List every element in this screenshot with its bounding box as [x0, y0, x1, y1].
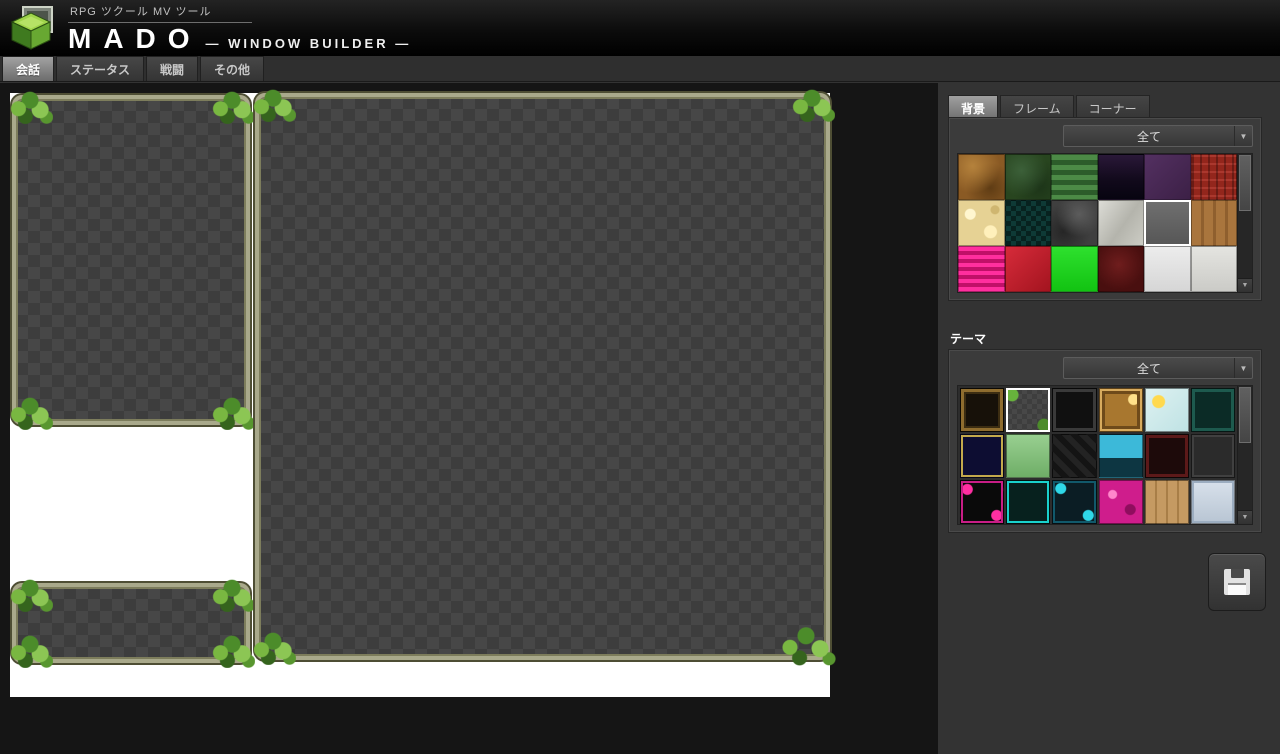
theme-thumb[interactable] — [1006, 480, 1050, 524]
tab-status[interactable]: ステータス — [56, 56, 144, 81]
background-swatch[interactable] — [1005, 154, 1052, 200]
theme-thumb[interactable] — [1191, 480, 1235, 524]
theme-thumb[interactable] — [1052, 480, 1096, 524]
theme-filter-value: 全て — [1064, 358, 1234, 378]
plant-corner-icon — [7, 578, 53, 612]
theme-list-scrollbar[interactable]: ▼ — [1237, 386, 1252, 524]
preview-window-small-left[interactable] — [12, 583, 250, 663]
preview-canvas — [10, 93, 830, 697]
theme-thumb[interactable] — [1145, 434, 1189, 478]
theme-thumb[interactable] — [1145, 388, 1189, 432]
theme-thumb[interactable] — [1099, 388, 1143, 432]
theme-thumb[interactable] — [1099, 434, 1143, 478]
side-panel: 背景 フレーム コーナー 全て ▼ — [938, 83, 1280, 754]
background-filter-dropdown[interactable]: 全て ▼ — [1063, 125, 1253, 147]
background-swatch[interactable] — [1191, 154, 1238, 200]
background-swatch[interactable] — [958, 154, 1005, 200]
plant-corner-icon — [789, 88, 835, 122]
scrollbar-thumb[interactable] — [1239, 387, 1251, 443]
background-swatch[interactable] — [1051, 200, 1098, 246]
preview-window-tall-left[interactable] — [12, 95, 250, 425]
mado-logo-icon — [8, 5, 56, 51]
background-swatch-selected[interactable] — [1144, 200, 1191, 246]
theme-thumb[interactable] — [1145, 480, 1189, 524]
background-swatch[interactable] — [958, 200, 1005, 246]
scroll-down-icon: ▼ — [1242, 514, 1249, 521]
scroll-down-button[interactable]: ▼ — [1238, 278, 1252, 292]
theme-thumb[interactable] — [1191, 434, 1235, 478]
theme-thumb[interactable] — [1052, 388, 1096, 432]
chevron-down-icon: ▼ — [1234, 126, 1252, 146]
theme-panel: 全て ▼ — [948, 349, 1262, 533]
save-floppy-icon — [1224, 569, 1250, 595]
theme-thumb[interactable] — [1006, 434, 1050, 478]
background-swatch[interactable] — [1144, 154, 1191, 200]
chevron-down-icon: ▼ — [1234, 358, 1252, 378]
background-filter-value: 全て — [1064, 126, 1234, 146]
background-panel: 全て ▼ — [948, 117, 1262, 301]
theme-thumb[interactable] — [960, 480, 1004, 524]
theme-filter-dropdown[interactable]: 全て ▼ — [1063, 357, 1253, 379]
plant-corner-icon — [7, 90, 53, 124]
preview-window-message[interactable] — [255, 93, 830, 660]
theme-grid — [958, 386, 1237, 524]
plant-corner-icon — [774, 622, 838, 668]
header: RPG ツクール MV ツール MADO — WINDOW BUILDER — — [0, 0, 1280, 56]
theme-thumb-selected[interactable] — [1006, 388, 1050, 432]
plant-corner-icon — [250, 631, 296, 665]
plant-corner-icon — [209, 634, 255, 668]
background-swatch[interactable] — [1191, 246, 1238, 292]
title-block: RPG ツクール MV ツール MADO — WINDOW BUILDER — — [68, 2, 411, 53]
plant-corner-icon — [250, 88, 296, 122]
background-swatch[interactable] — [1098, 246, 1145, 292]
scrollbar-thumb[interactable] — [1239, 155, 1251, 211]
plant-corner-icon — [209, 396, 255, 430]
tab-other[interactable]: その他 — [200, 56, 264, 81]
background-grid — [958, 154, 1237, 292]
theme-list: ▼ — [957, 385, 1253, 525]
theme-thumb[interactable] — [960, 434, 1004, 478]
save-button[interactable] — [1208, 553, 1266, 611]
plant-corner-icon — [7, 396, 53, 430]
app-title: MADO — [68, 24, 202, 53]
background-swatch[interactable] — [1051, 154, 1098, 200]
theme-thumb[interactable] — [1052, 434, 1096, 478]
background-swatch[interactable] — [1144, 246, 1191, 292]
plant-corner-icon — [209, 578, 255, 612]
plant-corner-icon — [7, 634, 53, 668]
background-list-scrollbar[interactable]: ▼ — [1237, 154, 1252, 292]
scroll-down-button[interactable]: ▼ — [1238, 510, 1252, 524]
app-tagline: — WINDOW BUILDER — — [206, 36, 412, 51]
background-swatch[interactable] — [1051, 246, 1098, 292]
app-subtitle: RPG ツクール MV ツール — [68, 2, 252, 23]
theme-section-label: テーマ — [950, 330, 986, 347]
scroll-down-icon: ▼ — [1242, 282, 1249, 289]
background-swatch[interactable] — [1005, 246, 1052, 292]
mado-window-builder-app: RPG ツクール MV ツール MADO — WINDOW BUILDER — … — [0, 0, 1280, 754]
plant-corner-icon — [209, 90, 255, 124]
background-swatch[interactable] — [1005, 200, 1052, 246]
tab-battle[interactable]: 戦闘 — [146, 56, 198, 81]
theme-thumb[interactable] — [1191, 388, 1235, 432]
background-swatch[interactable] — [1098, 154, 1145, 200]
tab-conversation[interactable]: 会話 — [2, 56, 54, 81]
background-list: ▼ — [957, 153, 1253, 293]
main-tab-bar: 会話 ステータス 戦闘 その他 — [0, 56, 1280, 82]
background-swatch[interactable] — [1098, 200, 1145, 246]
preview-pane — [0, 83, 938, 754]
background-swatch[interactable] — [958, 246, 1005, 292]
background-swatch[interactable] — [1191, 200, 1238, 246]
theme-thumb[interactable] — [960, 388, 1004, 432]
theme-thumb[interactable] — [1099, 480, 1143, 524]
